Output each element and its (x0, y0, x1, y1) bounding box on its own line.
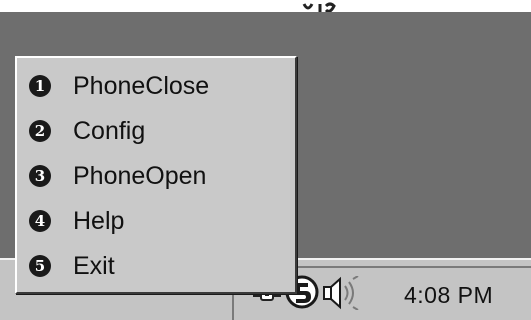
menu-item-label: Exit (73, 251, 115, 280)
number-5-icon: 5 (29, 255, 51, 277)
menu-item-exit[interactable]: 5 Exit (27, 246, 287, 286)
number-3-icon: 3 (29, 165, 51, 187)
menu-item-phoneclose[interactable]: 1 PhoneClose (27, 66, 287, 106)
menu-item-phoneopen[interactable]: 3 PhoneOpen (27, 156, 287, 196)
speaker-icon[interactable] (320, 276, 364, 310)
menu-item-help[interactable]: 4 Help (27, 201, 287, 241)
tray-context-menu: 1 PhoneClose 2 Config 3 PhoneOpen 4 Help… (15, 56, 297, 294)
menu-item-label: Help (73, 206, 125, 235)
clock-time[interactable]: 4:08 PM (404, 282, 493, 309)
top-strip (0, 0, 531, 12)
cropped-text-shape (302, 2, 336, 12)
number-1-icon: 1 (29, 75, 51, 97)
menu-item-label: Config (73, 116, 146, 145)
menu-item-label: PhoneOpen (73, 161, 207, 190)
number-2-icon: 2 (29, 120, 51, 142)
menu-item-config[interactable]: 2 Config (27, 111, 287, 151)
cropped-heading-fragment (300, 0, 380, 12)
menu-item-label: PhoneClose (73, 71, 210, 100)
number-4-icon: 4 (29, 210, 51, 232)
